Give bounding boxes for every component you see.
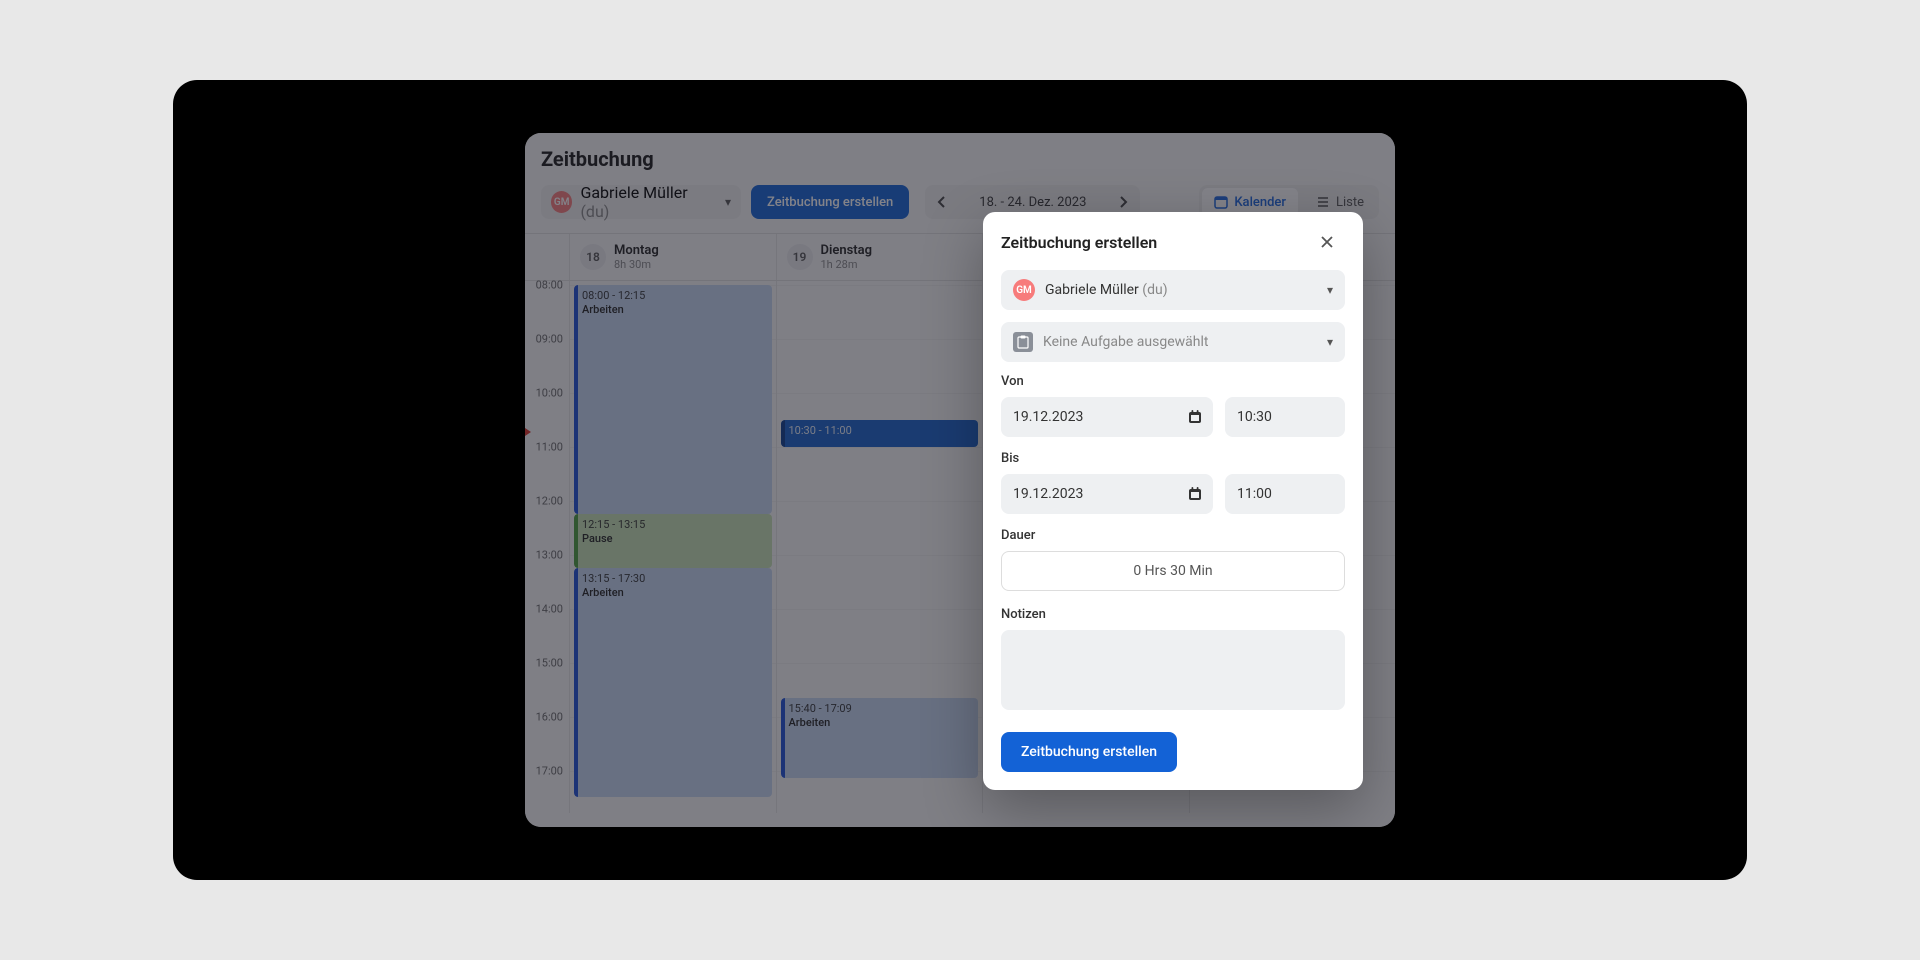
dialog-user-selector[interactable]: GM Gabriele Müller (du) ▾ <box>1001 270 1345 310</box>
to-time-input[interactable]: 11:00 <box>1225 474 1345 514</box>
from-date-input[interactable]: 19.12.2023 <box>1001 397 1213 437</box>
from-label: Von <box>1001 374 1345 389</box>
chevron-down-icon: ▾ <box>1327 335 1333 349</box>
to-date-input[interactable]: 19.12.2023 <box>1001 474 1213 514</box>
close-button[interactable] <box>1321 230 1345 254</box>
close-icon <box>1321 236 1333 248</box>
task-placeholder: Keine Aufgabe ausgewählt <box>1043 334 1317 350</box>
from-time-input[interactable]: 10:30 <box>1225 397 1345 437</box>
calendar-icon <box>1187 486 1203 502</box>
create-time-entry-dialog: Zeitbuchung erstellen GM Gabriele Müller… <box>983 212 1363 790</box>
dialog-task-selector[interactable]: Keine Aufgabe ausgewählt ▾ <box>1001 322 1345 362</box>
duration-label: Dauer <box>1001 528 1345 543</box>
dialog-title: Zeitbuchung erstellen <box>1001 233 1157 252</box>
notes-textarea[interactable] <box>1001 630 1345 710</box>
clipboard-icon <box>1013 332 1033 352</box>
calendar-icon <box>1187 409 1203 425</box>
chevron-down-icon: ▾ <box>1327 283 1333 297</box>
dialog-submit-button[interactable]: Zeitbuchung erstellen <box>1001 732 1177 772</box>
duration-input[interactable]: 0 Hrs 30 Min <box>1001 551 1345 591</box>
avatar: GM <box>1013 279 1035 301</box>
dialog-user-name: Gabriele Müller (du) <box>1045 282 1317 298</box>
to-label: Bis <box>1001 451 1345 466</box>
notes-label: Notizen <box>1001 607 1345 622</box>
